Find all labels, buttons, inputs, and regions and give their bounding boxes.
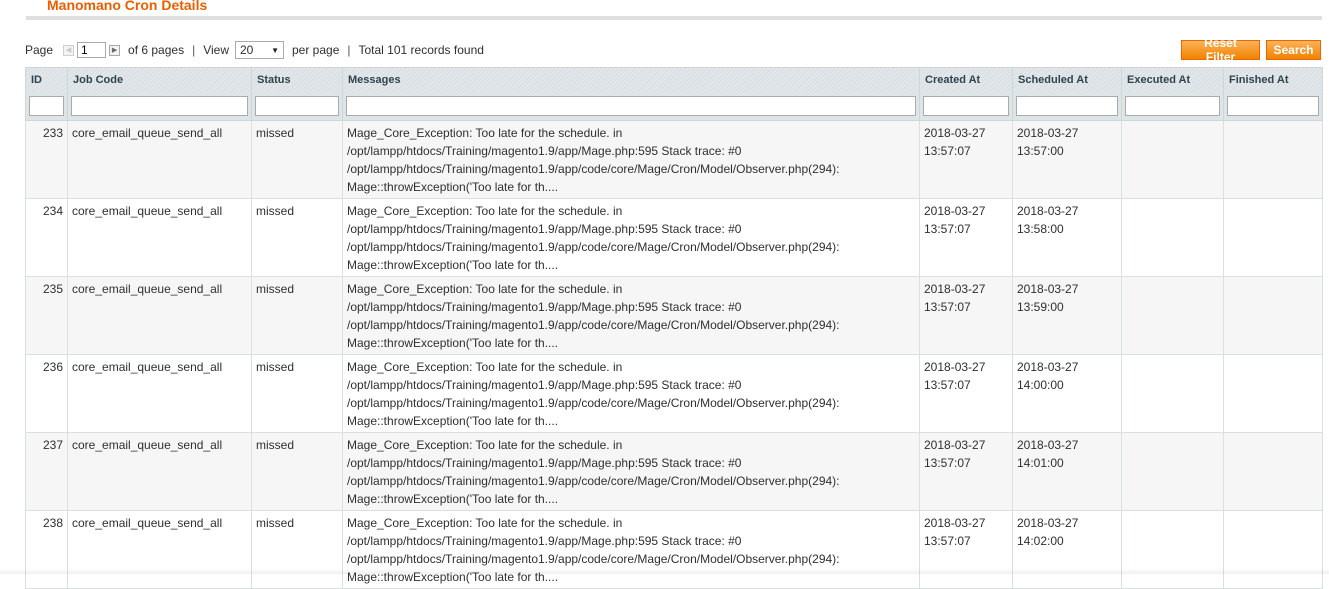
cell-finished-at [1223, 276, 1323, 355]
grid-filter-row [25, 92, 1323, 121]
filter-finished-at-input[interactable] [1227, 96, 1319, 116]
column-header-finished-at[interactable]: Finished At [1223, 67, 1323, 92]
previous-page-icon[interactable]: ◀ [63, 44, 75, 56]
cell-executed-at [1121, 120, 1224, 199]
cell-finished-at [1223, 120, 1323, 199]
column-header-created-at[interactable]: Created At [919, 67, 1013, 92]
cell-created-at: 2018-03-27 13:57:07 [919, 198, 1013, 277]
cell-job-code: core_email_queue_send_all [67, 198, 252, 277]
filter-id-input[interactable] [29, 96, 64, 116]
filter-messages-input[interactable] [346, 96, 916, 116]
cell-status: missed [251, 198, 343, 277]
scroll-fade [0, 568, 1329, 574]
filter-executed-at-input[interactable] [1125, 96, 1220, 116]
table-row[interactable]: 234 core_email_queue_send_all missed Mag… [25, 198, 1323, 277]
cell-executed-at [1121, 276, 1224, 355]
cell-message: Mage_Core_Exception: Too late for the sc… [342, 432, 920, 511]
cell-created-at: 2018-03-27 13:57:07 [919, 432, 1013, 511]
cell-created-at: 2018-03-27 13:57:07 [919, 354, 1013, 433]
table-row[interactable]: 237 core_email_queue_send_all missed Mag… [25, 432, 1323, 511]
cell-scheduled-at: 2018-03-27 14:01:00 [1012, 432, 1122, 511]
cell-message: Mage_Core_Exception: Too late for the sc… [342, 276, 920, 355]
cell-job-code: core_email_queue_send_all [67, 276, 252, 355]
page-count-label: of 6 pages [128, 43, 185, 57]
filter-scheduled-at-input[interactable] [1016, 96, 1118, 116]
cell-job-code: core_email_queue_send_all [67, 120, 252, 199]
cell-finished-at [1223, 198, 1323, 277]
cell-created-at: 2018-03-27 13:57:07 [919, 120, 1013, 199]
column-header-job-code[interactable]: Job Code [67, 67, 252, 92]
chevron-down-icon: ▼ [271, 45, 279, 55]
column-header-id[interactable]: ID [25, 67, 68, 92]
cell-job-code: core_email_queue_send_all [67, 510, 252, 589]
cell-finished-at [1223, 510, 1323, 589]
cell-created-at: 2018-03-27 13:57:07 [919, 276, 1013, 355]
cell-id: 233 [25, 120, 68, 199]
table-row[interactable]: 238 core_email_queue_send_all missed Mag… [25, 510, 1323, 589]
cell-message: Mage_Core_Exception: Too late for the sc… [342, 120, 920, 199]
table-row[interactable]: 236 core_email_queue_send_all missed Mag… [25, 354, 1323, 433]
cell-job-code: core_email_queue_send_all [67, 432, 252, 511]
table-row[interactable]: 233 core_email_queue_send_all missed Mag… [25, 120, 1323, 199]
filter-status-input[interactable] [255, 96, 339, 116]
cell-scheduled-at: 2018-03-27 13:58:00 [1012, 198, 1122, 277]
cell-scheduled-at: 2018-03-27 14:02:00 [1012, 510, 1122, 589]
cell-id: 234 [25, 198, 68, 277]
cell-executed-at [1121, 432, 1224, 511]
cell-scheduled-at: 2018-03-27 13:57:00 [1012, 120, 1122, 199]
cell-finished-at [1223, 354, 1323, 433]
page-number-input[interactable] [77, 42, 107, 58]
page-title: Manomano Cron Details [47, 0, 208, 13]
column-header-scheduled-at[interactable]: Scheduled At [1012, 67, 1122, 92]
per-page-label: per page [292, 43, 340, 57]
cron-grid: ID Job Code Status Messages Created At S… [25, 67, 1323, 589]
column-header-status[interactable]: Status [251, 67, 343, 92]
cell-message: Mage_Core_Exception: Too late for the sc… [342, 510, 920, 589]
cell-executed-at [1121, 510, 1224, 589]
cell-message: Mage_Core_Exception: Too late for the sc… [342, 354, 920, 433]
per-page-select[interactable]: 20 ▼ [235, 41, 284, 59]
cell-created-at: 2018-03-27 13:57:07 [919, 510, 1013, 589]
cell-status: missed [251, 510, 343, 589]
cell-status: missed [251, 120, 343, 199]
cell-executed-at [1121, 198, 1224, 277]
next-page-icon[interactable]: ▶ [109, 44, 121, 56]
pager-separator: | [347, 43, 351, 57]
cell-id: 236 [25, 354, 68, 433]
title-divider [26, 16, 1322, 20]
filter-job-code-input[interactable] [71, 96, 248, 116]
cell-scheduled-at: 2018-03-27 14:00:00 [1012, 354, 1122, 433]
filter-created-at-input[interactable] [923, 96, 1009, 116]
view-label: View [203, 43, 229, 57]
cell-scheduled-at: 2018-03-27 13:59:00 [1012, 276, 1122, 355]
cell-id: 235 [25, 276, 68, 355]
per-page-value: 20 [240, 43, 254, 57]
column-header-executed-at[interactable]: Executed At [1121, 67, 1224, 92]
pager: Page ◀ ▶ of 6 pages | View 20 ▼ per page… [25, 40, 484, 60]
cell-finished-at [1223, 432, 1323, 511]
cell-message: Mage_Core_Exception: Too late for the sc… [342, 198, 920, 277]
cell-id: 237 [25, 432, 68, 511]
cell-status: missed [251, 432, 343, 511]
total-records: Total 101 records found [358, 43, 484, 57]
page-label: Page [25, 43, 54, 57]
pager-separator: | [192, 43, 196, 57]
cell-executed-at [1121, 354, 1224, 433]
cell-job-code: core_email_queue_send_all [67, 354, 252, 433]
reset-filter-button[interactable]: Reset Filter [1181, 36, 1260, 64]
cell-status: missed [251, 354, 343, 433]
search-button[interactable]: Search [1266, 40, 1321, 60]
cell-status: missed [251, 276, 343, 355]
column-header-messages[interactable]: Messages [342, 67, 920, 92]
table-row[interactable]: 235 core_email_queue_send_all missed Mag… [25, 276, 1323, 355]
grid-header-row: ID Job Code Status Messages Created At S… [25, 67, 1323, 92]
cell-id: 238 [25, 510, 68, 589]
